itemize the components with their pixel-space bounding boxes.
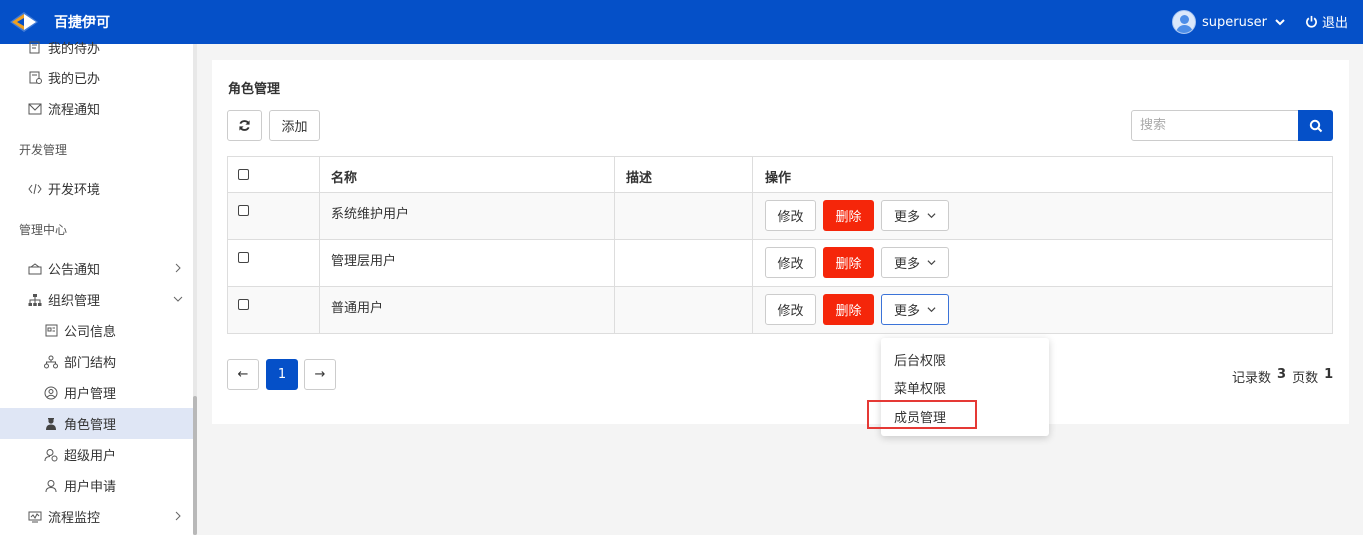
next-page-button[interactable]: → <box>304 359 336 390</box>
chevron-down-icon <box>927 307 936 313</box>
column-header-actions: 操作 <box>765 171 792 186</box>
user-apply-icon <box>44 479 58 493</box>
app-title: 百捷伊可 <box>54 15 110 31</box>
page-title: 角色管理 <box>228 82 281 97</box>
sidebar-item-todo[interactable]: 我的待办 <box>0 32 193 63</box>
sidebar-item-roles[interactable]: 角色管理 <box>0 408 193 439</box>
avatar <box>1172 10 1196 34</box>
row-checkbox[interactable] <box>238 299 249 310</box>
code-icon <box>28 182 42 196</box>
chevron-down-icon <box>173 296 183 302</box>
org-icon <box>28 293 42 307</box>
sidebar-item-users[interactable]: 用户管理 <box>0 377 193 408</box>
chevron-down-icon <box>1275 19 1285 26</box>
sidebar-item-done[interactable]: 我的已办 <box>0 62 193 93</box>
prev-page-button[interactable]: ← <box>227 359 259 390</box>
refresh-button[interactable] <box>227 110 262 141</box>
sidebar-item-label: 用户管理 <box>64 387 117 402</box>
delete-button[interactable]: 删除 <box>823 294 874 325</box>
power-icon <box>1306 15 1317 28</box>
delete-button[interactable]: 删除 <box>823 247 874 278</box>
pages-count: 1 <box>1324 367 1334 382</box>
sidebar-scrollbar-thumb[interactable] <box>193 396 197 535</box>
user-menu[interactable]: superuser <box>1172 8 1286 36</box>
edit-button[interactable]: 修改 <box>765 200 816 231</box>
sidebar-item-label: 组织管理 <box>48 294 101 309</box>
sidebar-item-label: 公告通知 <box>48 263 101 278</box>
pagination-stats: 记录数 3 页数 1 <box>1232 367 1333 386</box>
mail-icon <box>28 102 42 116</box>
sidebar-group-dev: 开发管理 <box>19 143 68 157</box>
logout-button[interactable]: 退出 <box>1305 12 1348 31</box>
search-button[interactable] <box>1298 110 1333 141</box>
more-button[interactable]: 更多 <box>881 200 949 231</box>
more-label: 更多 <box>893 257 920 272</box>
sidebar-item-label: 超级用户 <box>64 449 117 464</box>
sidebar-item-super-user[interactable]: 超级用户 <box>0 439 193 470</box>
sidebar-item-user-apply[interactable]: 用户申请 <box>0 470 193 501</box>
super-user-icon <box>44 448 58 462</box>
role-name: 管理层用户 <box>331 254 397 269</box>
row-checkbox[interactable] <box>238 252 249 263</box>
role-name: 系统维护用户 <box>331 207 410 222</box>
sidebar-item-dept[interactable]: 部门结构 <box>0 346 193 377</box>
sidebar-item-monitor[interactable]: 流程监控 <box>0 501 193 532</box>
sidebar-item-label: 我的待办 <box>48 42 101 57</box>
records-count: 3 <box>1277 367 1287 382</box>
sidebar-item-notice[interactable]: 公告通知 <box>0 253 193 284</box>
monitor-icon <box>28 510 42 524</box>
sidebar-item-label: 用户申请 <box>64 480 117 495</box>
username: superuser <box>1202 14 1267 30</box>
role-icon <box>44 417 58 431</box>
role-name: 普通用户 <box>331 301 384 316</box>
select-all-checkbox[interactable] <box>238 169 249 180</box>
search-input[interactable] <box>1131 110 1299 141</box>
menu-item-menu-permission[interactable]: 菜单权限 <box>894 378 946 397</box>
chevron-down-icon <box>927 213 936 219</box>
company-icon <box>44 324 58 338</box>
chevron-down-icon <box>927 260 936 266</box>
delete-button[interactable]: 删除 <box>823 200 874 231</box>
chevron-right-icon <box>175 263 181 273</box>
sidebar-item-label: 公司信息 <box>64 325 117 340</box>
sidebar-item-label: 开发环境 <box>48 183 101 198</box>
more-button[interactable]: 更多 <box>881 247 949 278</box>
sidebar-group-admin: 管理中心 <box>19 223 68 237</box>
column-header-desc: 描述 <box>626 171 653 186</box>
todo-icon <box>28 41 42 55</box>
notice-icon <box>28 262 42 276</box>
chevron-right-icon <box>175 511 181 521</box>
pages-label: 页数 <box>1292 371 1319 386</box>
sidebar-item-company[interactable]: 公司信息 <box>0 315 193 346</box>
search-icon <box>1309 119 1322 132</box>
sidebar-item-org[interactable]: 组织管理 <box>0 284 193 315</box>
menu-item-backend-permission[interactable]: 后台权限 <box>894 350 946 369</box>
done-icon <box>28 71 42 85</box>
refresh-icon <box>239 120 250 131</box>
sidebar-item-dev-env[interactable]: 开发环境 <box>0 173 193 204</box>
sidebar-item-notify[interactable]: 流程通知 <box>0 93 193 124</box>
user-circle-icon <box>44 386 58 400</box>
edit-button[interactable]: 修改 <box>765 247 816 278</box>
sidebar-item-label: 我的已办 <box>48 72 101 87</box>
row-checkbox[interactable] <box>238 205 249 216</box>
top-bar: 百捷伊可 <box>0 0 1363 44</box>
more-button[interactable]: 更多 <box>881 294 949 325</box>
sidebar-item-label: 角色管理 <box>64 418 117 433</box>
page-button-current[interactable]: 1 <box>266 359 298 390</box>
add-button[interactable]: 添加 <box>269 110 320 141</box>
sidebar-item-label: 部门结构 <box>64 356 117 371</box>
highlight-box <box>867 400 977 429</box>
column-header-name: 名称 <box>331 171 358 186</box>
records-label: 记录数 <box>1232 371 1272 386</box>
dept-icon <box>44 355 58 369</box>
sidebar-item-label: 流程通知 <box>48 103 101 118</box>
edit-button[interactable]: 修改 <box>765 294 816 325</box>
sidebar-item-label: 流程监控 <box>48 511 101 526</box>
logout-label: 退出 <box>1322 16 1349 31</box>
more-label: 更多 <box>893 304 920 319</box>
more-label: 更多 <box>893 210 920 225</box>
